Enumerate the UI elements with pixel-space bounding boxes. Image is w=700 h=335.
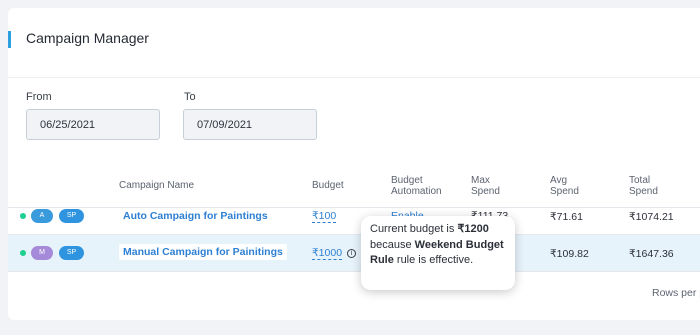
- status-dot: [20, 213, 26, 219]
- campaign-name-link[interactable]: Manual Campaign for Painitings: [119, 244, 287, 260]
- column-header-budget[interactable]: Budget: [312, 180, 344, 191]
- tooltip-text: rule is effective.: [393, 254, 474, 266]
- budget-rule-tooltip: Current budget is ₹1200 because Weekend …: [361, 216, 515, 290]
- to-label: To: [184, 91, 196, 103]
- from-label: From: [26, 91, 52, 103]
- column-header-text: Avg: [550, 175, 568, 186]
- column-header-text: Spend: [629, 186, 658, 197]
- title-accent-bar: [8, 31, 11, 48]
- to-date-input[interactable]: 07/09/2021: [183, 109, 317, 140]
- budget-value[interactable]: ₹1000: [312, 247, 343, 260]
- column-header-total-spend[interactable]: Total Spend: [629, 175, 658, 197]
- column-header-avg-spend[interactable]: Avg Spend: [550, 175, 579, 197]
- campaign-type-badge: A: [31, 209, 53, 223]
- campaign-type-badge: M: [31, 246, 53, 260]
- column-header-budget-automation[interactable]: Budget Automation: [391, 175, 442, 197]
- table-row[interactable]: A SP Auto Campaign for Paintings ₹100 En…: [8, 198, 700, 235]
- avg-spend-value: ₹71.61: [550, 211, 583, 223]
- column-header-text: Max: [471, 175, 490, 186]
- column-header-text: Automation: [391, 186, 442, 197]
- total-spend-value: ₹1647.36: [629, 248, 674, 260]
- column-header-text: Spend: [550, 186, 579, 197]
- sponsored-products-badge: SP: [59, 209, 84, 223]
- sponsored-products-badge: SP: [59, 246, 84, 260]
- column-header-text: Spend: [471, 186, 500, 197]
- tooltip-budget-amount: ₹1200: [457, 223, 489, 235]
- table-row[interactable]: M SP Manual Campaign for Painitings ₹100…: [8, 235, 700, 272]
- column-header-campaign-name[interactable]: Campaign Name: [119, 180, 194, 191]
- info-icon[interactable]: i: [347, 249, 356, 258]
- page-header: Campaign Manager: [8, 8, 700, 78]
- status-dot: [20, 250, 26, 256]
- budget-value[interactable]: ₹100: [312, 210, 337, 223]
- from-date-input[interactable]: 06/25/2021: [26, 109, 160, 140]
- column-header-max-spend[interactable]: Max Spend: [471, 175, 500, 197]
- page-title: Campaign Manager: [26, 30, 149, 46]
- campaign-manager-card: Campaign Manager From 06/25/2021 To 07/0…: [8, 8, 700, 320]
- column-header-text: Budget: [391, 175, 423, 186]
- avg-spend-value: ₹109.82: [550, 248, 589, 260]
- campaign-name-link[interactable]: Auto Campaign for Paintings: [123, 210, 268, 222]
- total-spend-value: ₹1074.21: [629, 211, 674, 223]
- column-header-text: Total: [629, 175, 651, 186]
- tooltip-text: because: [370, 238, 415, 251]
- tooltip-text: Current budget is: [370, 223, 458, 235]
- rows-per-page-label: Rows per p: [652, 287, 700, 299]
